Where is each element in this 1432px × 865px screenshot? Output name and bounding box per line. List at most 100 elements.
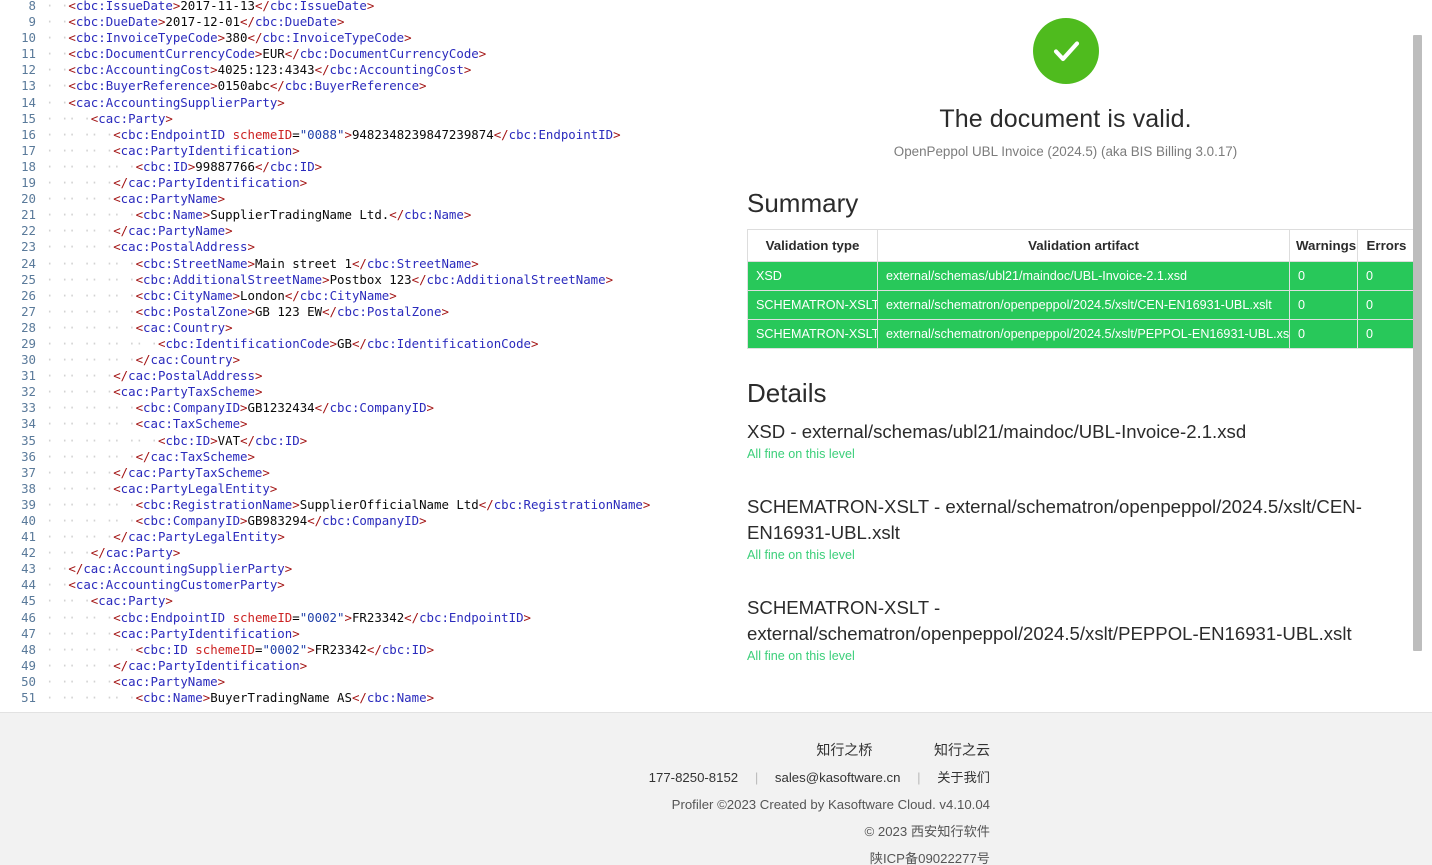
code-line: 23 · ·· ·· ·<cac:PostalAddress> — [0, 239, 712, 255]
code-line: 37 · ·· ·· ·</cac:PartyTaxScheme> — [0, 465, 712, 481]
line-number: 48 — [21, 641, 36, 657]
detail-status-message: All fine on this level — [747, 649, 855, 663]
cell-errors-count: 0 — [1357, 261, 1416, 291]
line-number: 32 — [21, 384, 36, 400]
detail-status-message: All fine on this level — [747, 548, 855, 562]
line-number: 38 — [21, 480, 36, 496]
code-line: 33 · ·· ·· ·· ·<cbc:CompanyID>GB1232434</… — [0, 400, 712, 416]
line-number: 13 — [21, 78, 36, 94]
code-line: 35 · ·· ·· ·· ·· ·<cbc:ID>VAT</cbc:ID> — [0, 433, 712, 449]
line-number: 15 — [21, 110, 36, 126]
footer-inner: 知行之桥 知行之云 177-8250-8152 | sales@kasoftwa… — [0, 713, 1432, 865]
detail-group: SCHEMATRON-XSLT - external/schematron/op… — [747, 494, 1396, 562]
line-number: 39 — [21, 496, 36, 512]
validation-result-content: The document is valid. OpenPeppol UBL In… — [713, 0, 1432, 663]
code-line: 13 · ·<cbc:BuyerReference>0150abc</cbc:Bu… — [0, 78, 712, 94]
line-number: 11 — [21, 46, 36, 62]
footer-link-zhixing-bridge[interactable]: 知行之桥 — [816, 742, 872, 758]
line-number: 51 — [21, 690, 36, 706]
line-number: 8 — [28, 0, 36, 13]
line-number: 34 — [21, 416, 36, 432]
line-number: 23 — [21, 239, 36, 255]
xml-source-pane[interactable]: 8 · ·<cbc:IssueDate>2017-11-13</cbc:Issue… — [0, 0, 712, 712]
line-number: 40 — [21, 513, 36, 528]
code-line: 32 · ·· ·· ·<cac:PartyTaxScheme> — [0, 384, 712, 400]
line-number: 16 — [21, 126, 36, 142]
cell-validation-type: SCHEMATRON-XSLT — [747, 319, 878, 349]
cell-validation-artifact: external/schematron/openpeppol/2024.5/xs… — [877, 319, 1290, 349]
line-number: 35 — [21, 432, 36, 448]
code-line: 20 · ·· ·· ·<cac:PartyName> — [0, 191, 712, 207]
line-number: 30 — [21, 352, 36, 368]
cell-errors-count: 0 — [1357, 290, 1416, 320]
footer-links-row: 知行之桥 知行之云 — [404, 737, 990, 764]
page-footer: 知行之桥 知行之云 177-8250-8152 | sales@kasoftwa… — [0, 712, 1432, 865]
line-number: 49 — [21, 657, 36, 673]
line-number: 26 — [21, 287, 36, 303]
footer-email[interactable]: sales@kasoftware.cn — [775, 770, 901, 785]
code-line: 31 · ·· ·· ·</cac:PostalAddress> — [0, 368, 712, 384]
cell-validation-artifact: external/schemas/ubl21/maindoc/UBL-Invoi… — [877, 261, 1290, 291]
result-pane-scrollbar[interactable] — [1413, 35, 1422, 651]
line-number: 36 — [21, 448, 36, 464]
summary-table-head: Validation type Validation artifact Warn… — [747, 229, 1416, 262]
summary-table-row: XSD external/schemas/ubl21/maindoc/UBL-In… — [747, 261, 1416, 291]
code-line: 17 · ·· ·· ·<cac:PartyIdentification> — [0, 143, 712, 159]
line-number: 27 — [21, 303, 36, 319]
summary-table-row: SCHEMATRON-XSLT external/schematron/openp… — [747, 290, 1416, 320]
footer-company-copyright: © 2023 西安知行软件 — [864, 824, 990, 839]
code-line: 19 · ·· ·· ·</cac:PartyIdentification> — [0, 175, 712, 191]
summary-heading: Summary — [747, 188, 859, 218]
check-circle-icon — [1032, 18, 1099, 84]
line-number: 46 — [21, 609, 36, 625]
line-number: 43 — [21, 561, 36, 577]
column-header-validation-artifact: Validation artifact — [877, 229, 1290, 262]
cell-validation-type: XSD — [747, 261, 878, 291]
column-header-warnings: Warnings — [1289, 229, 1358, 262]
code-line: 38 · ·· ·· ·<cac:PartyLegalEntity> — [0, 481, 712, 497]
code-line: 42 · ·· ·</cac:Party> — [0, 545, 712, 561]
line-number: 29 — [21, 335, 36, 351]
code-line: 48 · ·· ·· ·· ·<cbc:ID schemeID="0002">FR… — [0, 642, 712, 658]
footer-separator-1: | — [754, 770, 759, 785]
app-root: 8 · ·<cbc:IssueDate>2017-11-13</cbc:Issue… — [0, 0, 1432, 865]
line-number: 12 — [21, 62, 36, 78]
line-number: 33 — [21, 400, 36, 416]
summary-table-row: SCHEMATRON-XSLT external/schematron/openp… — [747, 319, 1416, 349]
cell-validation-artifact: external/schematron/openpeppol/2024.5/xs… — [877, 290, 1290, 320]
line-number: 28 — [21, 319, 36, 335]
footer-link-zhixing-cloud[interactable]: 知行之云 — [934, 742, 990, 758]
detail-artifact-title: SCHEMATRON-XSLT - external/schematron/op… — [747, 597, 1352, 644]
column-header-errors: Errors — [1357, 229, 1416, 262]
summary-table-body: XSD external/schemas/ubl21/maindoc/UBL-In… — [747, 261, 1416, 349]
code-line: 45 · ·· ·<cac:Party> — [0, 593, 712, 609]
code-line: 34 · ·· ·· ·· ·<cac:TaxScheme> — [0, 416, 712, 432]
line-number: 20 — [21, 191, 36, 207]
column-header-validation-type: Validation type — [747, 229, 878, 262]
footer-phone: 177-8250-8152 — [648, 770, 739, 785]
details-list: XSD - external/schemas/ubl21/maindoc/UBL… — [735, 419, 1396, 663]
code-line: 30 · ·· ·· ·· ·</cac:Country> — [0, 352, 712, 368]
code-line: 40 · ·· ·· ·· ·<cbc:CompanyID>GB983294</c… — [0, 513, 712, 529]
footer-text-block: 知行之桥 知行之云 177-8250-8152 | sales@kasoftwa… — [404, 713, 1028, 865]
main-split-area: 8 · ·<cbc:IssueDate>2017-11-13</cbc:Issue… — [0, 0, 1432, 712]
footer-product-copyright: Profiler ©2023 Created by Kasoftware Clo… — [671, 797, 990, 812]
line-number: 21 — [21, 207, 36, 223]
code-line: 14 · ·<cac:AccountingSupplierParty> — [0, 95, 712, 111]
footer-link-about-us[interactable]: 关于我们 — [937, 770, 990, 785]
code-line: 8 · ·<cbc:IssueDate>2017-11-13</cbc:Issue… — [0, 0, 712, 14]
code-line: 12 · ·<cbc:AccountingCost>4025:123:4343</… — [0, 62, 712, 78]
cell-warnings-count: 0 — [1289, 290, 1358, 320]
line-number: 19 — [21, 175, 36, 191]
detail-artifact-title: SCHEMATRON-XSLT - external/schematron/op… — [747, 496, 1362, 543]
cell-validation-type: SCHEMATRON-XSLT — [747, 290, 878, 320]
code-line: 39 · ·· ·· ·· ·<cbc:RegistrationName>Supp… — [0, 497, 712, 513]
code-line: 27 · ·· ·· ·· ·<cbc:PostalZone>GB 123 EW<… — [0, 304, 712, 320]
footer-icp-license: 陕ICP备09022277号 — [869, 851, 990, 865]
code-line: 15 · ·· ·<cac:Party> — [0, 111, 712, 127]
detail-status-message: All fine on this level — [747, 447, 855, 461]
details-heading: Details — [747, 378, 827, 408]
code-line: 24 · ·· ·· ·· ·<cbc:StreetName>Main stree… — [0, 256, 712, 272]
code-line: 50 · ·· ·· ·<cac:PartyName> — [0, 674, 712, 690]
line-number: 50 — [21, 673, 36, 689]
